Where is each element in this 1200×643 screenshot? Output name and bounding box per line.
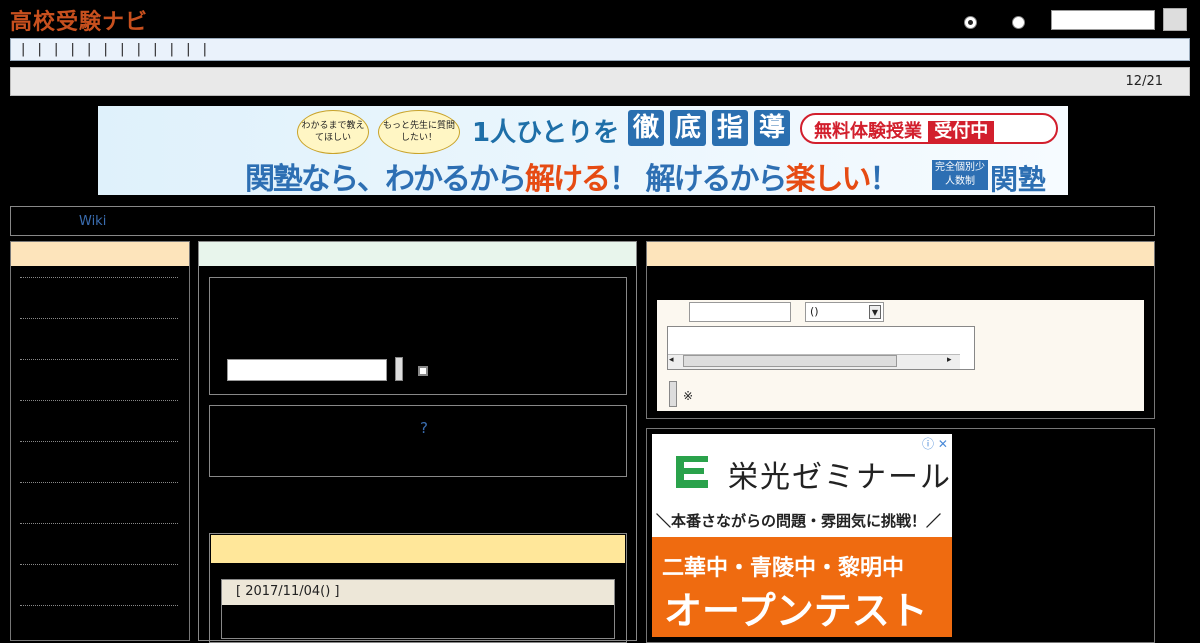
sidebar-divider <box>20 482 178 483</box>
trial-text: 無料体験授業 <box>814 121 922 142</box>
comment-name-input[interactable] <box>689 302 791 322</box>
sidebar-divider <box>20 441 178 442</box>
slogan-c: ！ <box>869 162 899 197</box>
help-link[interactable]: ? <box>420 419 428 437</box>
sidebar-divider <box>20 400 178 401</box>
sidebar-divider <box>20 605 178 606</box>
scroll-right-icon[interactable]: ▸ <box>947 355 952 365</box>
news-entry-date: [ 2017/11/04() ] <box>222 580 614 605</box>
slogan-hl2: 楽しい <box>785 162 871 197</box>
banner-kanji-3: 指 <box>712 110 748 146</box>
right-sidebar-header <box>647 242 1154 266</box>
banner-kanji-1: 徹 <box>628 110 664 146</box>
wiki-link[interactable]: Wiki <box>79 214 106 229</box>
sidebar-divider <box>20 318 178 319</box>
banner-kanji-2: 底 <box>670 110 706 146</box>
banner-trial: 無料体験授業 受付中 <box>800 113 1058 144</box>
search-input[interactable] <box>1051 10 1155 30</box>
main-column-header <box>199 242 636 266</box>
current-date: 12/21 <box>1125 74 1163 89</box>
main-search-input[interactable] <box>227 359 387 381</box>
main-search-checkbox[interactable] <box>418 366 428 376</box>
comment-select-value: () <box>810 305 819 318</box>
ad-brand-logo-icon <box>672 452 712 492</box>
date-bar: 12/21 <box>10 67 1190 96</box>
site-logo[interactable]: 高校受験ナビ <box>10 4 148 36</box>
slogan-hl1: 解ける <box>525 162 611 197</box>
wiki-bar: Wiki <box>10 206 1155 236</box>
main-search-button[interactable] <box>395 357 403 381</box>
slogan-a: 関塾なら、わかるから <box>245 162 527 197</box>
scrollbar-thumb[interactable] <box>683 355 897 367</box>
news-panel-header <box>211 535 625 563</box>
nav-bar[interactable]: | | | | | | | | | | | | <box>10 38 1190 61</box>
trial-badge: 受付中 <box>928 121 995 142</box>
search-scope-radio-1[interactable] <box>964 16 977 29</box>
ad-event: オープンテスト <box>664 589 928 633</box>
banner-brand: 関塾 <box>990 163 1047 196</box>
comment-select[interactable]: () ▼ <box>805 302 884 322</box>
banner-badge: 完全個別少人数制 <box>932 160 988 190</box>
ad-tagline: ＼本番さながらの問題・雰囲気に挑戦！／ <box>656 512 942 530</box>
ad-brand: 栄光ゼミナール <box>728 460 952 495</box>
sidebar-divider <box>20 359 178 360</box>
scroll-left-icon[interactable]: ◂ <box>669 355 674 365</box>
left-sidebar-header <box>11 242 189 266</box>
search-scope-radio-2[interactable] <box>1012 16 1025 29</box>
form-note: ※ <box>683 389 694 403</box>
banner-slogan: 関塾なら、わかるから解ける！ 解けるから楽しい！ <box>245 154 899 198</box>
chevron-down-icon: ▼ <box>869 305 881 319</box>
banner-headline: 1人ひとりを <box>472 118 620 148</box>
search-button[interactable] <box>1163 8 1187 31</box>
ad-close-icon[interactable]: ⓘ ✕ <box>922 435 948 452</box>
comment-submit-button[interactable] <box>669 381 677 407</box>
banner-bubble-left: わかるまで教えてほしい <box>297 110 369 154</box>
ad-schools: 二華中・青陵中・黎明中 <box>662 556 905 581</box>
banner-bubble-right: もっと先生に質問したい！ <box>378 110 460 154</box>
sidebar-divider <box>20 277 178 278</box>
sidebar-divider <box>20 523 178 524</box>
slogan-b: ！ 解けるから <box>609 162 787 197</box>
info-panel <box>209 405 627 477</box>
sidebar-divider <box>20 564 178 565</box>
banner-kanji-4: 導 <box>754 110 790 146</box>
